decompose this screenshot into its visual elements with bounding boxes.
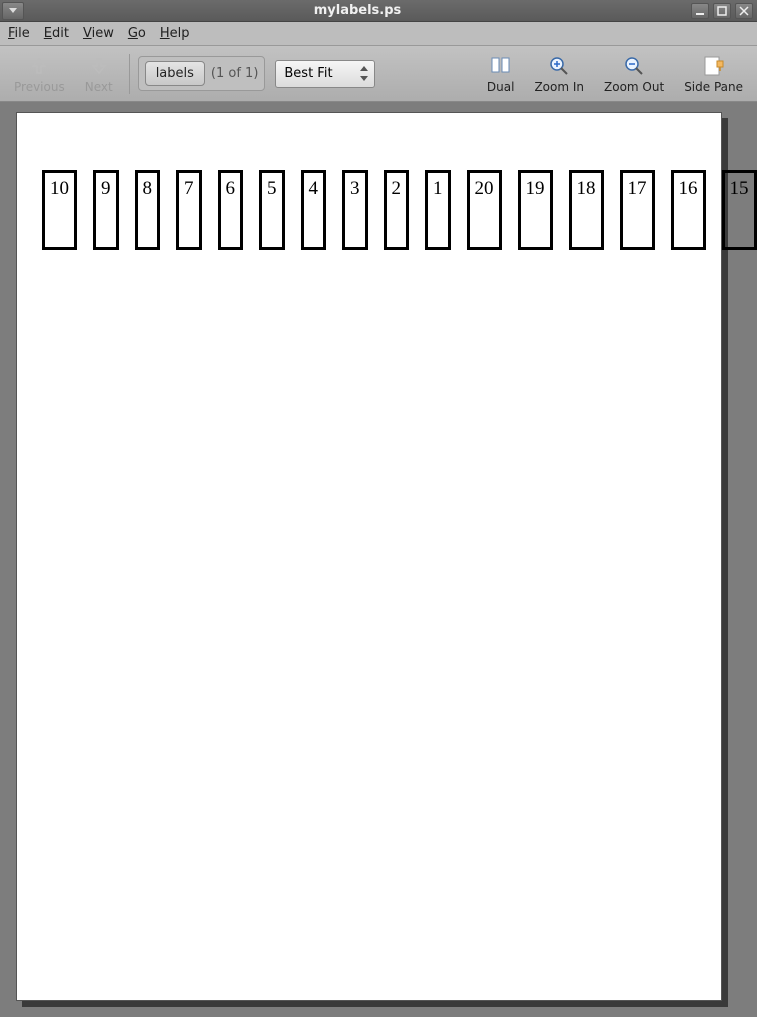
chevron-down-icon <box>360 76 368 81</box>
label-value: 16 <box>679 178 698 200</box>
label-cell: 18 <box>570 171 603 249</box>
page-count-label: (1 of 1) <box>211 66 258 81</box>
window-title: mylabels.ps <box>24 3 691 18</box>
label-value: 20 <box>475 178 494 200</box>
dual-page-icon <box>489 54 513 78</box>
label-value: 5 <box>267 178 277 200</box>
menu-view[interactable]: View <box>83 26 114 41</box>
toolbar-separator <box>129 54 130 94</box>
minimize-button[interactable] <box>691 3 709 19</box>
label-grid: 10 9 8 7 6 5 4 3 2 1 20 19 18 17 16 15 1 <box>43 171 695 990</box>
document-viewport[interactable]: 10 9 8 7 6 5 4 3 2 1 20 19 18 17 16 15 1 <box>0 102 757 1017</box>
label-value: 10 <box>50 178 69 200</box>
zoom-spin-up[interactable] <box>358 64 370 74</box>
label-value: 4 <box>309 178 319 200</box>
label-cell: 6 <box>219 171 243 249</box>
menu-edit[interactable]: Edit <box>44 26 69 41</box>
chevron-up-icon <box>360 66 368 71</box>
dual-label: Dual <box>487 80 515 94</box>
label-value: 9 <box>101 178 111 200</box>
minimize-icon <box>695 6 705 16</box>
label-value: 19 <box>526 178 545 200</box>
label-cell: 19 <box>519 171 552 249</box>
dual-page-button[interactable]: Dual <box>479 52 523 96</box>
label-value: 18 <box>577 178 596 200</box>
document-page: 10 9 8 7 6 5 4 3 2 1 20 19 18 17 16 15 1 <box>16 112 722 1001</box>
next-label: Next <box>85 80 113 94</box>
zoom-out-label: Zoom Out <box>604 80 664 94</box>
zoom-spinner <box>358 64 370 84</box>
label-value: 7 <box>184 178 194 200</box>
menu-help[interactable]: Help <box>160 26 190 41</box>
label-value: 17 <box>628 178 647 200</box>
side-pane-icon <box>702 54 726 78</box>
titlebar: mylabels.ps <box>0 0 757 22</box>
label-value: 1 <box>433 178 443 200</box>
zoom-mode-value: Best Fit <box>284 66 332 81</box>
label-value: 15 <box>730 178 749 200</box>
zoom-mode-select[interactable]: Best Fit <box>275 60 375 88</box>
side-pane-label: Side Pane <box>684 80 743 94</box>
zoom-in-icon <box>547 54 571 78</box>
label-cell: 3 <box>343 171 367 249</box>
previous-button[interactable]: Previous <box>6 52 73 96</box>
toolbar: Previous Next labels (1 of 1) Best Fit <box>0 46 757 102</box>
label-value: 6 <box>226 178 236 200</box>
label-value: 2 <box>392 178 402 200</box>
arrow-up-icon <box>27 54 51 78</box>
label-cell: 17 <box>621 171 654 249</box>
label-cell: 7 <box>177 171 201 249</box>
close-icon <box>739 6 749 16</box>
label-cell: 16 <box>672 171 705 249</box>
menu-file[interactable]: File <box>8 26 30 41</box>
window-menu-button[interactable] <box>2 2 24 20</box>
window-controls <box>691 3 757 19</box>
menu-go[interactable]: Go <box>128 26 146 41</box>
label-cell: 5 <box>260 171 284 249</box>
chevron-down-icon <box>9 8 17 13</box>
page-selector-group: labels (1 of 1) <box>138 56 266 91</box>
label-cell: 2 <box>385 171 409 249</box>
label-cell: 4 <box>302 171 326 249</box>
previous-label: Previous <box>14 80 65 94</box>
label-cell: 10 <box>43 171 76 249</box>
zoom-in-label: Zoom In <box>534 80 584 94</box>
zoom-out-button[interactable]: Zoom Out <box>596 52 672 96</box>
side-pane-button[interactable]: Side Pane <box>676 52 751 96</box>
label-value: 3 <box>350 178 360 200</box>
label-cell: 15 <box>723 171 756 249</box>
label-cell: 1 <box>426 171 450 249</box>
label-value: 8 <box>143 178 153 200</box>
maximize-button[interactable] <box>713 3 731 19</box>
zoom-spin-down[interactable] <box>358 74 370 84</box>
label-cell: 8 <box>136 171 160 249</box>
arrow-down-icon <box>87 54 111 78</box>
zoom-out-icon <box>622 54 646 78</box>
next-button[interactable]: Next <box>77 52 121 96</box>
zoom-in-button[interactable]: Zoom In <box>526 52 592 96</box>
label-cell: 9 <box>94 171 118 249</box>
maximize-icon <box>717 6 727 16</box>
app-window: mylabels.ps File Edit View Go Help Previ… <box>0 0 757 1017</box>
menubar: File Edit View Go Help <box>0 22 757 46</box>
page-wrapper: 10 9 8 7 6 5 4 3 2 1 20 19 18 17 16 15 1 <box>16 112 728 1007</box>
close-button[interactable] <box>735 3 753 19</box>
page-label-button[interactable]: labels <box>145 61 205 86</box>
label-cell: 20 <box>468 171 501 249</box>
